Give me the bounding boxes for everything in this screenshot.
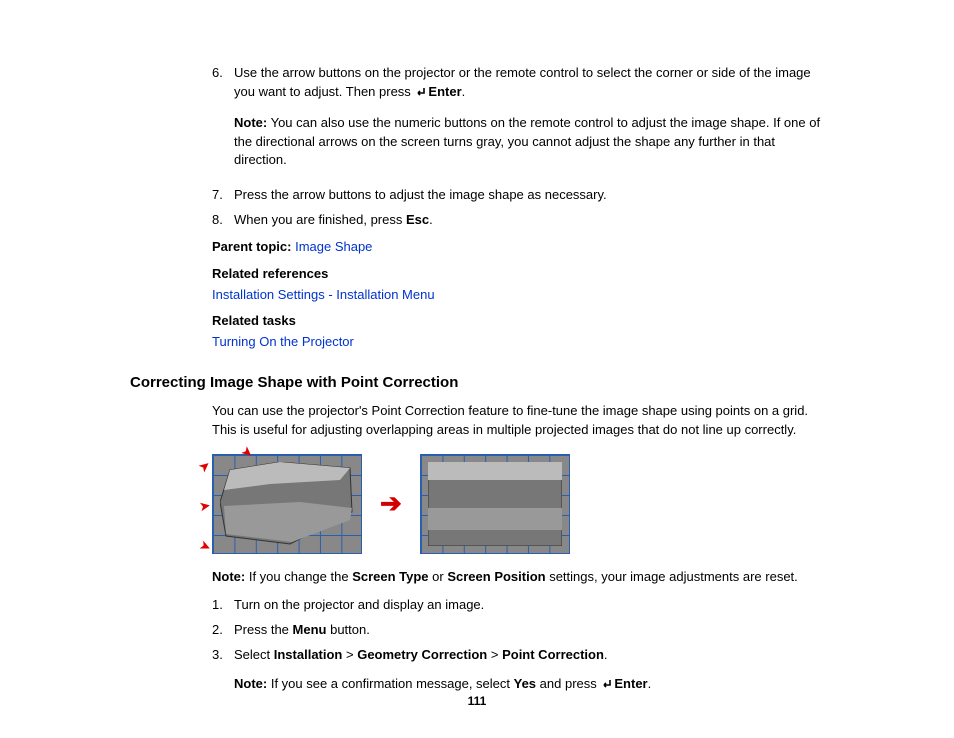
grid-icon (212, 454, 362, 554)
text: . (462, 84, 466, 99)
step-7-num: 7. (212, 186, 234, 205)
text: button. (326, 622, 369, 637)
step-8-num: 8. (212, 211, 234, 230)
section-body: You can use the projector's Point Correc… (212, 402, 824, 706)
text: > (487, 647, 502, 662)
step-8-body: When you are finished, press Esc. (234, 211, 824, 230)
bstep-1-body: Turn on the projector and display an ima… (234, 596, 824, 615)
text: or (429, 569, 448, 584)
esc-label: Esc (406, 212, 429, 227)
step-6-num: 6. (212, 64, 234, 180)
figure-after (420, 454, 570, 554)
note-body: You can also use the numeric buttons on … (234, 115, 820, 168)
path-1: Installation (274, 647, 343, 662)
menu-label: Menu (293, 622, 327, 637)
text: > (342, 647, 357, 662)
text: If you change the (245, 569, 352, 584)
text: settings, your image adjustments are res… (546, 569, 798, 584)
enter-label: Enter (614, 676, 647, 691)
text: Select (234, 647, 274, 662)
screen-type-label: Screen Type (352, 569, 428, 584)
upper-steps: 6. Use the arrow buttons on the projecto… (212, 64, 824, 352)
figure-before: ➤ ➤ ➤ ➤ (212, 454, 362, 554)
screen-position-label: Screen Position (447, 569, 545, 584)
section-heading: Correcting Image Shape with Point Correc… (130, 372, 824, 394)
step-7-body: Press the arrow buttons to adjust the im… (234, 186, 824, 205)
parent-topic-row: Parent topic: Image Shape (212, 238, 824, 257)
grid-icon (420, 454, 570, 554)
step-6-body: Use the arrow buttons on the projector o… (234, 64, 824, 180)
mid-note: Note: If you change the Screen Type or S… (212, 568, 824, 587)
parent-topic-link[interactable]: Image Shape (295, 239, 372, 254)
figure-row: ➤ ➤ ➤ ➤ ➔ (212, 454, 824, 554)
enter-icon (414, 85, 426, 104)
related-references-link[interactable]: Installation Settings - Installation Men… (212, 287, 435, 302)
page-number: 111 (0, 693, 954, 710)
related-references-label: Related references (212, 265, 824, 284)
text: . (648, 676, 652, 691)
text: Press the (234, 622, 293, 637)
enter-label: Enter (428, 84, 461, 99)
red-arrow-icon: ➤ (197, 536, 213, 556)
intro-paragraph: You can use the projector's Point Correc… (212, 402, 824, 440)
note-label: Note: (212, 569, 245, 584)
step-8: 8. When you are finished, press Esc. (212, 211, 824, 230)
note-label: Note: (234, 115, 267, 130)
bstep-1-num: 1. (212, 596, 234, 615)
related-tasks-label: Related tasks (212, 312, 824, 331)
bstep-2-num: 2. (212, 621, 234, 640)
bstep-2-body: Press the Menu button. (234, 621, 824, 640)
text: When you are finished, press (234, 212, 406, 227)
arrow-right-icon: ➔ (380, 485, 402, 523)
text: Use the arrow buttons on the projector o… (234, 65, 811, 99)
red-arrow-icon: ➤ (199, 497, 212, 516)
text: and press (536, 676, 600, 691)
path-3: Point Correction (502, 647, 604, 662)
related-tasks-link[interactable]: Turning On the Projector (212, 334, 354, 349)
text: . (604, 647, 608, 662)
text: If you see a confirmation message, selec… (267, 676, 513, 691)
text: . (429, 212, 433, 227)
bstep-1: 1. Turn on the projector and display an … (212, 596, 824, 615)
yes-label: Yes (514, 676, 536, 691)
step-6: 6. Use the arrow buttons on the projecto… (212, 64, 824, 180)
step-7: 7. Press the arrow buttons to adjust the… (212, 186, 824, 205)
note-label: Note: (234, 676, 267, 691)
step-6-note: Note: You can also use the numeric butto… (234, 114, 824, 171)
page: 6. Use the arrow buttons on the projecto… (0, 0, 954, 738)
parent-topic-label: Parent topic: (212, 239, 295, 254)
bstep-2: 2. Press the Menu button. (212, 621, 824, 640)
path-2: Geometry Correction (357, 647, 487, 662)
